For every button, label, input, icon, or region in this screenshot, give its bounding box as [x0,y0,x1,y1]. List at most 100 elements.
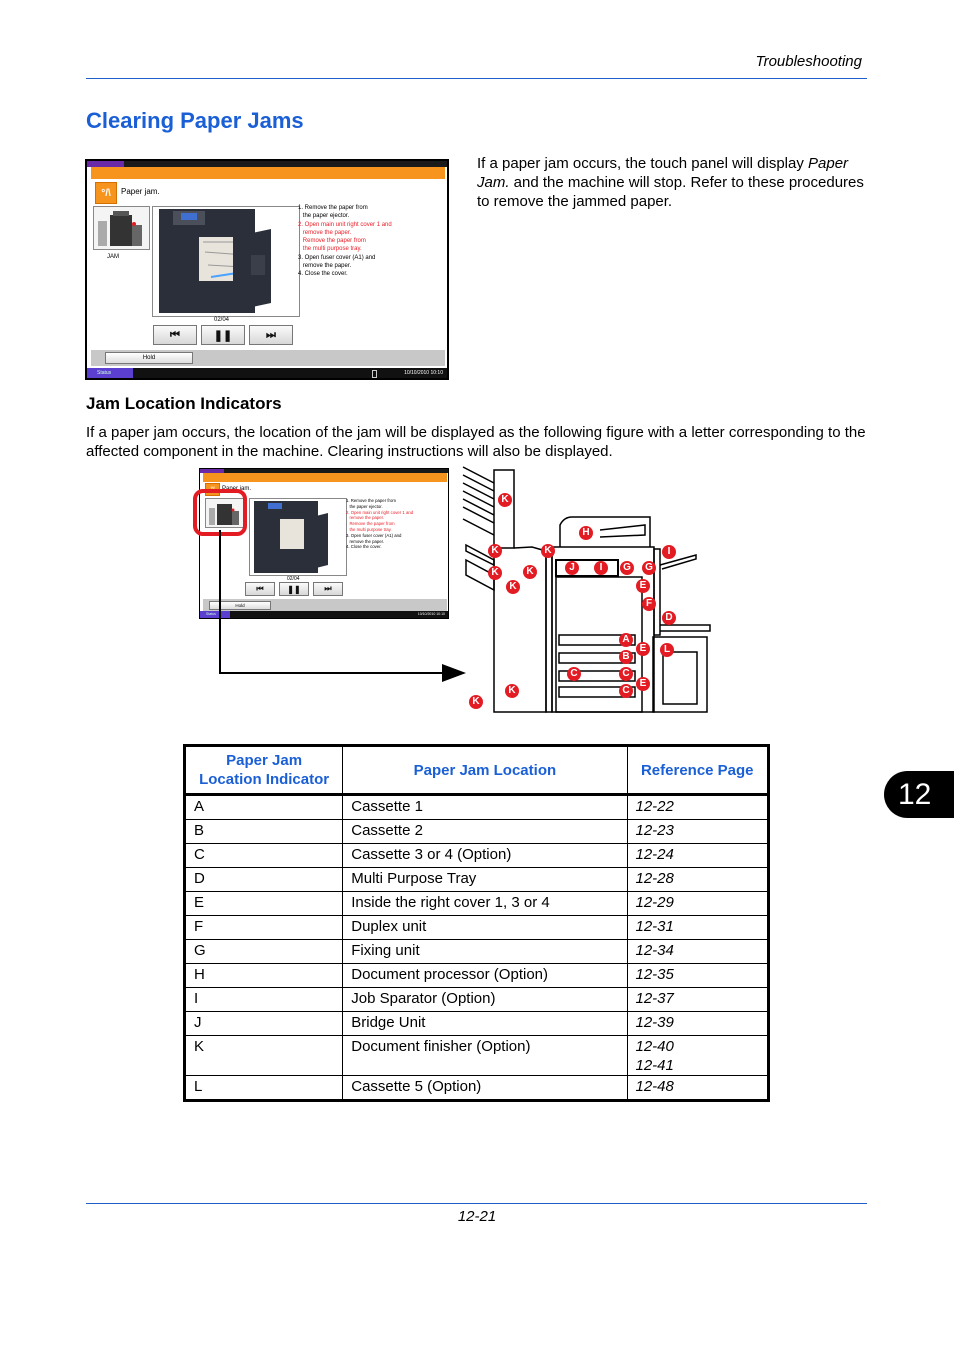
indicator-cell: F [183,915,344,940]
reference-link[interactable]: 12-29 [636,893,760,912]
footer-rule [86,1203,867,1204]
instruction-step: Remove the paper from [302,238,366,245]
jam-marker-b: B [619,650,633,664]
location-cell: Bridge Unit [342,1011,628,1036]
reference-cell[interactable]: 12-35 [626,963,769,988]
indicator-cell: H [183,963,344,988]
location-cell: Job Sparator (Option) [342,987,628,1012]
panel-footer-bar: Hold [91,350,445,366]
indicator-cell: I [183,987,344,1012]
jam-marker-h: H [579,526,593,540]
status-bar: Status 10/10/2010 10:10 [87,368,447,378]
panel-message: Paper jam. [121,187,160,196]
indicator-cell: D [183,867,344,892]
paper-jam-icon: °/\ [95,182,117,204]
memory-icon [372,370,377,378]
panel-orange-header [91,167,445,179]
indicator-cell: E [183,891,344,916]
jam-marker-j: J [565,561,579,575]
section-heading: Jam Location Indicators [86,394,282,413]
header-indicator: Paper Jam Location Indicator [183,745,344,796]
instruction-step: remove the paper. [302,229,352,236]
jam-marker-g: G [642,561,656,575]
reference-cell[interactable]: 12-48 [626,1075,769,1101]
reference-link[interactable]: 12-34 [636,941,760,960]
reference-cell[interactable]: 12-39 [626,1011,769,1036]
reference-cell[interactable]: 12-28 [626,867,769,892]
reference-link[interactable]: 12-23 [636,821,760,840]
jam-marker-l: L [660,643,674,657]
indicator-cell: G [183,939,344,964]
reference-link[interactable]: 12-41 [636,1056,760,1075]
intro-text-after: and the machine will stop. Refer to thes… [477,174,864,210]
indicator-cell: L [183,1075,344,1101]
instruction-step: the paper ejector. [302,213,350,220]
table-row: D Multi Purpose Tray 12-28 [183,867,769,892]
table-row: H Document processor (Option) 12-35 [183,963,769,988]
table-row: L Cassette 5 (Option) 12-48 [183,1075,769,1101]
jam-marker-a: A [619,633,633,647]
jam-marker-k: K [505,684,519,698]
location-cell: Multi Purpose Tray [342,867,628,892]
reference-cell[interactable]: 12-29 [626,891,769,916]
indicator-cell: B [183,819,344,844]
reference-cell[interactable]: 12-37 [626,987,769,1012]
reference-link[interactable]: 12-22 [636,797,760,816]
hold-button[interactable]: Hold [105,352,193,364]
reference-link[interactable]: 12-35 [636,965,760,984]
reference-link[interactable]: 12-40 [636,1037,760,1056]
instruction-step: 1. Remove the paper from [298,205,368,211]
page-title: Clearing Paper Jams [86,108,304,133]
reference-cell[interactable]: 12-22 [626,794,769,820]
jam-marker-k: K [541,544,555,558]
jam-marker-c: C [567,667,581,681]
jam-marker-k: K [469,695,483,709]
location-cell: Duplex unit [342,915,628,940]
reference-cell[interactable]: 12-31 [626,915,769,940]
location-cell: Document processor (Option) [342,963,628,988]
jam-marker-e: E [636,579,650,593]
jam-marker-e: E [636,677,650,691]
location-cell: Cassette 3 or 4 (Option) [342,843,628,868]
table-row: C Cassette 3 or 4 (Option) 12-24 [183,843,769,868]
reference-link[interactable]: 12-48 [636,1077,760,1096]
running-header: Troubleshooting [755,53,862,70]
reference-cell[interactable]: 12-34 [626,939,769,964]
instruction-step: the multi purpose tray. [302,246,362,253]
jam-marker-k: K [488,544,502,558]
instruction-step: remove the paper. [302,263,352,270]
reference-link[interactable]: 12-31 [636,917,760,936]
status-button[interactable]: Status [87,368,133,378]
first-page-button[interactable]: ⏮ [153,325,197,345]
reference-cell[interactable]: 12-40 12-41 [626,1035,769,1076]
section-paragraph: If a paper jam occurs, the location of t… [86,424,866,460]
indicator-cell: C [183,843,344,868]
jam-marker-e: E [636,642,650,656]
reference-cell[interactable]: 12-23 [626,819,769,844]
last-page-button[interactable]: ⏭ [249,325,293,345]
reference-link[interactable]: 12-28 [636,869,760,888]
reference-link[interactable]: 12-39 [636,1013,760,1032]
reference-link[interactable]: 12-24 [636,845,760,864]
small-panel-orange-header [203,473,447,482]
status-datetime: 10/10/2010 10:10 [404,370,443,376]
thumbnail-highlight [193,489,247,536]
jam-marker-i: I [662,545,676,559]
machine-thumbnail[interactable] [93,206,150,250]
panel-content: °/\ Paper jam. JAM 02/04 ⏮ ❚❚ ⏭ 1. Remov… [91,179,445,350]
jam-marker-k: K [523,565,537,579]
table-row: E Inside the right cover 1, 3 or 4 12-29 [183,891,769,916]
chapter-tab[interactable]: 12 [884,771,954,818]
thumb-label: JAM [107,254,119,260]
location-cell: Cassette 1 [342,794,628,820]
table-row: K Document finisher (Option) 12-40 12-41 [183,1035,769,1076]
table-row: A Cassette 1 12-22 [183,794,769,820]
intro-paragraph: If a paper jam occurs, the touch panel w… [477,154,872,211]
location-cell: Cassette 5 (Option) [342,1075,628,1101]
page-counter: 02/04 [214,317,230,323]
reference-cell[interactable]: 12-24 [626,843,769,868]
table-row: I Job Sparator (Option) 12-37 [183,987,769,1012]
pause-button[interactable]: ❚❚ [201,325,245,345]
instruction-image [152,206,300,317]
reference-link[interactable]: 12-37 [636,989,760,1008]
